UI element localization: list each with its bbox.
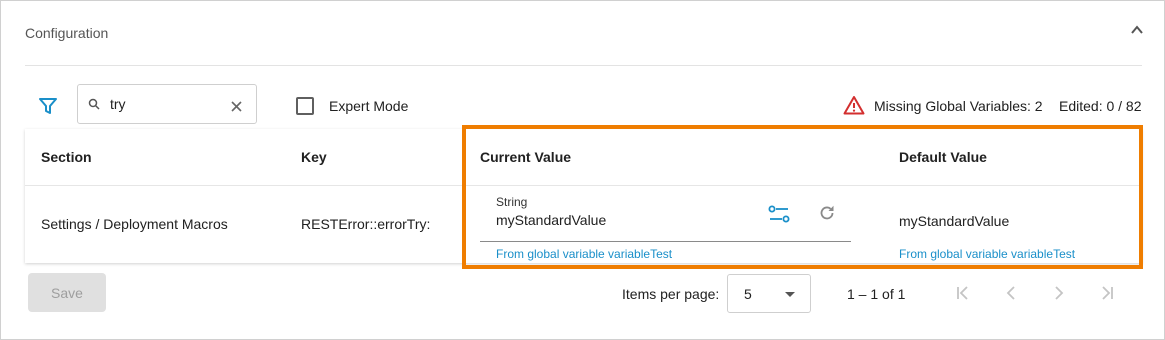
caret-down-icon	[785, 292, 795, 297]
expert-mode-checkbox[interactable]	[296, 97, 314, 115]
missing-variables-status: Missing Global Variables: 2	[874, 98, 1043, 114]
prev-page-icon[interactable]	[1002, 284, 1020, 302]
header-key: Key	[301, 149, 327, 165]
save-button[interactable]: Save	[28, 273, 106, 312]
cell-section: Settings / Deployment Macros	[41, 216, 228, 232]
search-icon	[88, 98, 100, 110]
items-per-page-label: Items per page:	[622, 286, 720, 302]
clear-icon[interactable]	[231, 101, 242, 112]
next-page-icon[interactable]	[1050, 284, 1068, 302]
current-value-field[interactable]: myStandardValue	[496, 212, 606, 228]
current-value-hint: From global variable variableTest	[496, 247, 673, 261]
last-page-icon[interactable]	[1098, 284, 1116, 302]
header-current-value: Current Value	[480, 149, 572, 165]
config-table: Section Key Current Value Default Value …	[25, 129, 1142, 263]
value-underline	[480, 241, 851, 242]
filter-icon[interactable]	[39, 97, 57, 115]
expert-mode-label: Expert Mode	[329, 98, 409, 114]
search-field[interactable]	[77, 84, 257, 124]
items-per-page-select[interactable]: 5	[727, 274, 811, 313]
value-type-label: String	[496, 195, 528, 209]
pagination-range: 1 – 1 of 1	[847, 286, 906, 302]
header-section: Section	[41, 149, 92, 165]
cell-key: RESTError::errorTry:	[301, 216, 431, 232]
default-value-hint: From global variable variableTest	[899, 247, 1076, 261]
items-per-page-value: 5	[744, 286, 752, 302]
row-divider	[25, 185, 1142, 186]
configuration-panel: Configuration Expert Mode Missing Global…	[0, 0, 1165, 340]
search-input[interactable]	[110, 93, 220, 115]
first-page-icon[interactable]	[954, 284, 972, 302]
variable-link-icon[interactable]	[768, 205, 790, 223]
panel-title: Configuration	[25, 25, 109, 41]
header-default-value: Default Value	[899, 149, 987, 165]
header-divider	[25, 65, 1142, 66]
reset-icon[interactable]	[818, 204, 836, 222]
cell-default-value: myStandardValue	[899, 213, 1010, 229]
warning-icon	[843, 96, 865, 115]
chevron-up-icon[interactable]	[1130, 23, 1144, 37]
edited-count: Edited: 0 / 82	[1059, 98, 1142, 114]
